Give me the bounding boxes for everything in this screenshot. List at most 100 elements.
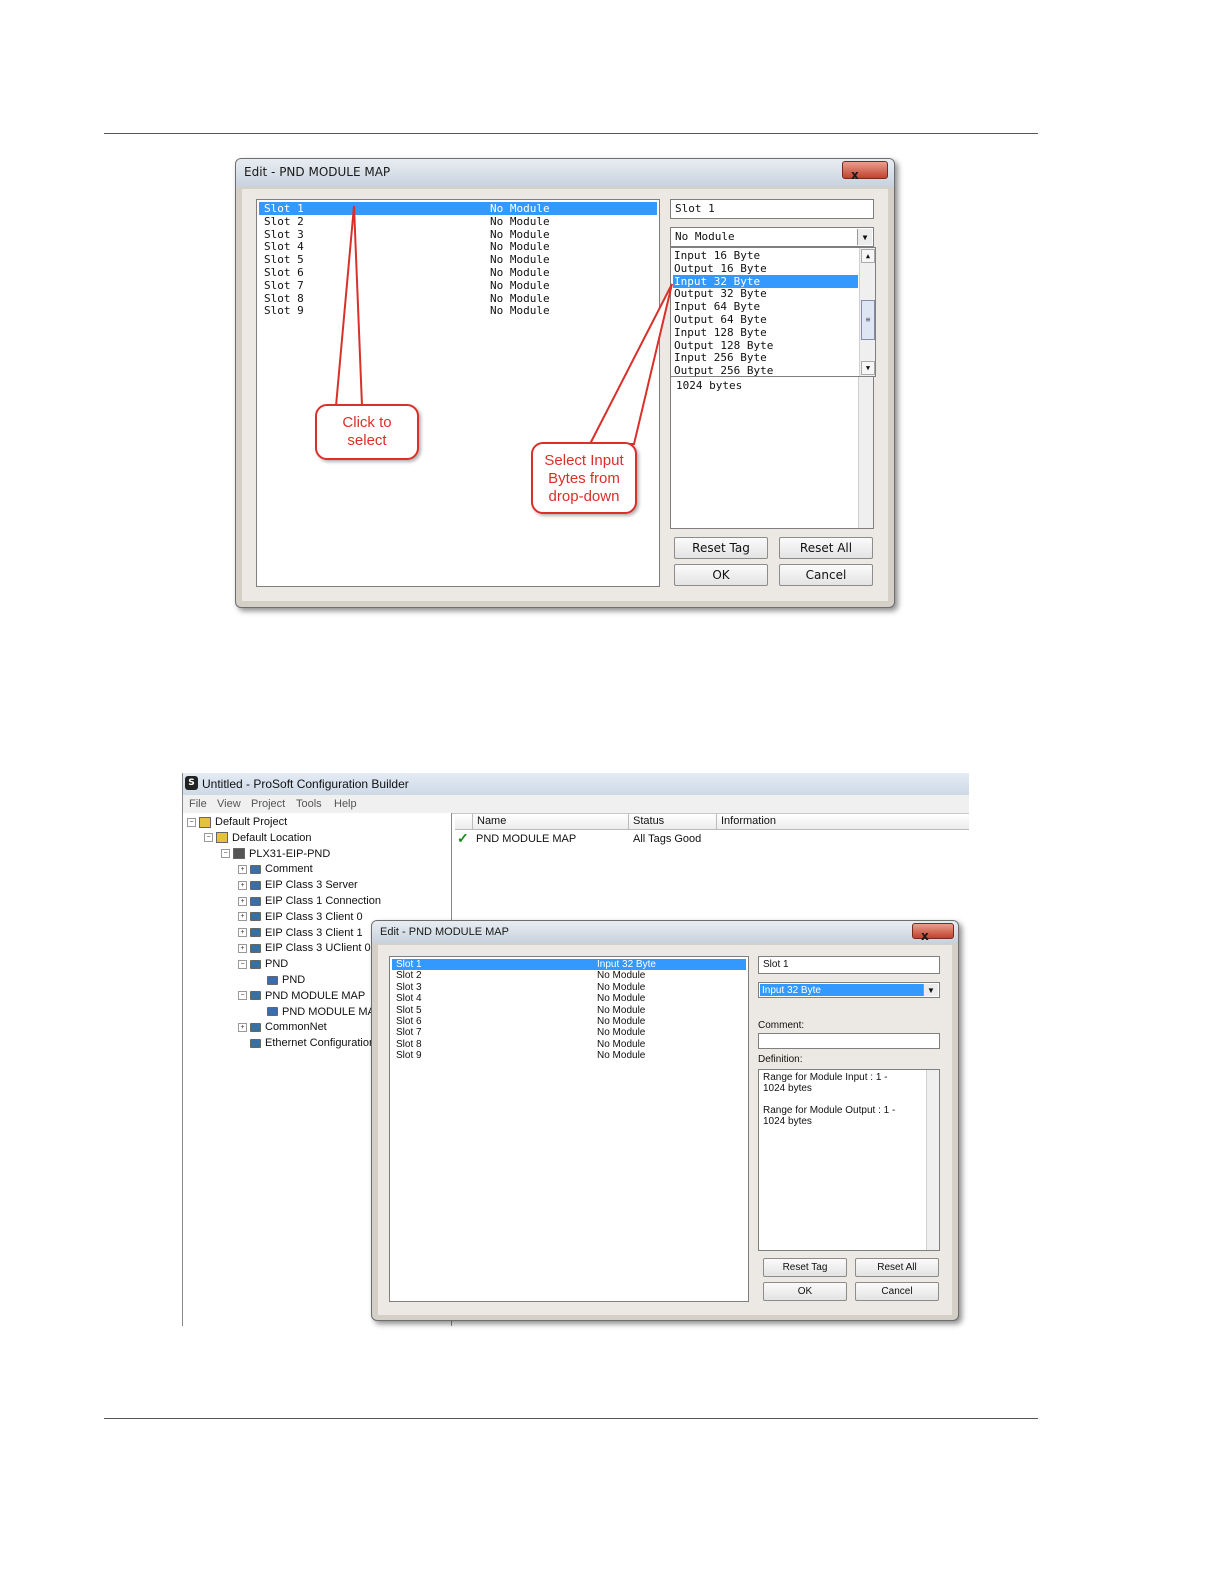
slot-row[interactable]: Slot 8 No Module xyxy=(259,292,657,305)
slot-row[interactable]: Slot 2 No Module xyxy=(392,970,746,981)
tree-node[interactable]: + CommonNet xyxy=(238,1020,327,1035)
slot-row[interactable]: Slot 5 No Module xyxy=(392,1005,746,1016)
slot-name: Slot 3 xyxy=(396,981,422,993)
slot-row[interactable]: Slot 6 No Module xyxy=(259,266,657,279)
dropdown-option[interactable]: Output 64 Byte xyxy=(673,313,858,326)
slot-row[interactable]: Slot 4 No Module xyxy=(392,993,746,1004)
menu-view[interactable]: View xyxy=(217,798,241,810)
edit-dialog-1: Edit - PND MODULE MAP x Slot 1 No Module S… xyxy=(235,158,895,608)
grid-row[interactable]: ✓ PND MODULE MAP All Tags Good xyxy=(455,830,969,847)
reset-tag-button[interactable]: Reset Tag xyxy=(763,1258,847,1277)
tree-node[interactable]: + EIP Class 3 UClient 0 xyxy=(238,941,371,956)
tree-node[interactable]: − Default Location xyxy=(204,831,312,846)
dialog-title: Edit - PND MODULE MAP xyxy=(380,926,509,938)
slot-row[interactable]: Slot 7 No Module xyxy=(392,1027,746,1038)
tree-node[interactable]: + EIP Class 1 Connection xyxy=(238,894,381,909)
module-dropdown[interactable]: No Module ▼ xyxy=(670,227,874,247)
expand-toggle-icon[interactable]: − xyxy=(187,817,196,827)
comment-input[interactable] xyxy=(758,1033,940,1049)
expand-toggle-icon[interactable]: − xyxy=(221,849,230,859)
dropdown-option[interactable]: Input 16 Byte xyxy=(673,249,858,262)
slot-row[interactable]: Slot 5 No Module xyxy=(259,253,657,266)
slot-row[interactable]: Slot 1 Input 32 Byte xyxy=(392,959,746,970)
dialog-client: Slot 1 No Module Slot 2 No Module Slot 3 No M… xyxy=(242,189,888,601)
tree-node[interactable]: + EIP Class 3 Client 1 xyxy=(238,926,363,941)
slot-row[interactable]: Slot 6 No Module xyxy=(392,1016,746,1027)
tree-node[interactable]: + Comment xyxy=(238,862,313,877)
dropdown-option[interactable]: Output 256 Byte xyxy=(673,364,858,376)
tree-node-label: Default Location xyxy=(232,831,312,844)
definition-scrollbar[interactable] xyxy=(926,1070,939,1250)
menu-file[interactable]: File xyxy=(189,798,207,810)
network-icon xyxy=(250,959,261,969)
module-dropdown-list[interactable]: ▲ ≡ ▼ Input 16 Byte Output 16 Byte Input 3… xyxy=(670,247,876,377)
slot-row[interactable]: Slot 7 No Module xyxy=(259,279,657,292)
tree-node[interactable]: Ethernet Configuration xyxy=(238,1036,375,1051)
scroll-down-icon[interactable]: ▼ xyxy=(861,361,875,375)
close-icon: x xyxy=(921,929,929,943)
slot-row[interactable]: Slot 3 No Module xyxy=(259,228,657,241)
tree-node[interactable]: − PLX31-EIP-PND xyxy=(221,847,330,862)
close-button[interactable]: x xyxy=(842,161,888,182)
cancel-button[interactable]: Cancel xyxy=(779,564,873,586)
slot-row[interactable]: Slot 9 No Module xyxy=(259,304,657,317)
reset-all-button[interactable]: Reset All xyxy=(779,537,873,559)
tree-node[interactable]: PND xyxy=(255,973,305,988)
document-icon xyxy=(267,1007,278,1017)
grid-header-information[interactable]: Information xyxy=(717,814,969,830)
tree-node[interactable]: PND MODULE MA xyxy=(255,1005,375,1020)
expand-toggle-icon[interactable]: + xyxy=(238,864,247,874)
grid-header-status[interactable]: Status xyxy=(629,814,717,830)
module-dropdown[interactable]: Input 32 Byte ▼ xyxy=(758,982,940,998)
tree-node[interactable]: − PND MODULE MAP xyxy=(238,989,365,1004)
tree-node[interactable]: − PND xyxy=(238,957,288,972)
tree-node[interactable]: − Default Project xyxy=(187,815,287,830)
slot-list[interactable]: Slot 1 Input 32 Byte Slot 2 No Module Slot 3… xyxy=(389,956,749,1302)
dropdown-option[interactable]: Input 32 Byte xyxy=(673,274,858,288)
expand-toggle-icon[interactable]: + xyxy=(238,896,247,906)
slot-row[interactable]: Slot 4 No Module xyxy=(259,240,657,253)
close-button[interactable]: x xyxy=(912,923,954,943)
slot-row[interactable]: Slot 8 No Module xyxy=(392,1039,746,1050)
slot-row[interactable]: Slot 1 No Module xyxy=(259,202,657,215)
menu-tools[interactable]: Tools xyxy=(296,798,322,810)
dropdown-option[interactable]: Output 32 Byte xyxy=(673,287,858,300)
reset-tag-button[interactable]: Reset Tag xyxy=(674,537,768,559)
definition-line xyxy=(763,1094,939,1105)
dropdown-option[interactable]: Output 128 Byte xyxy=(673,339,858,352)
tree-node[interactable]: + EIP Class 3 Client 0 xyxy=(238,910,363,925)
tree-node[interactable]: + EIP Class 3 Server xyxy=(238,878,358,893)
chevron-down-icon[interactable]: ▼ xyxy=(923,984,938,996)
dropdown-scrollbar[interactable]: ▲ ≡ ▼ xyxy=(859,248,875,376)
scroll-up-icon[interactable]: ▲ xyxy=(861,249,875,263)
expand-toggle-icon[interactable]: + xyxy=(238,928,247,938)
tree-node-label: PND MODULE MA xyxy=(282,1005,375,1018)
chevron-down-icon[interactable]: ▼ xyxy=(857,229,872,245)
folder-icon xyxy=(216,832,228,844)
scroll-thumb[interactable]: ≡ xyxy=(861,300,875,340)
grid-header-name[interactable]: Name xyxy=(473,814,629,830)
slot-row[interactable]: Slot 9 No Module xyxy=(392,1050,746,1061)
dropdown-option[interactable]: Input 128 Byte xyxy=(673,326,858,339)
network-icon xyxy=(250,1022,261,1032)
dropdown-option[interactable]: Input 64 Byte xyxy=(673,300,858,313)
slot-row[interactable]: Slot 3 No Module xyxy=(392,982,746,993)
slot-list[interactable]: Slot 1 No Module Slot 2 No Module Slot 3 No M… xyxy=(256,199,660,587)
expand-toggle-icon[interactable]: + xyxy=(238,880,247,890)
dropdown-option[interactable]: Input 256 Byte xyxy=(673,351,858,364)
dropdown-option[interactable]: Output 16 Byte xyxy=(673,262,858,275)
expand-toggle-icon[interactable]: − xyxy=(204,833,213,843)
module-icon xyxy=(233,848,245,860)
expand-toggle-icon[interactable]: + xyxy=(238,943,247,953)
slot-row[interactable]: Slot 2 No Module xyxy=(259,215,657,228)
reset-all-button[interactable]: Reset All xyxy=(855,1258,939,1277)
menu-help[interactable]: Help xyxy=(334,798,357,810)
menu-project[interactable]: Project xyxy=(251,798,285,810)
expand-toggle-icon[interactable]: + xyxy=(238,1022,247,1032)
expand-toggle-icon[interactable]: + xyxy=(238,912,247,922)
cancel-button[interactable]: Cancel xyxy=(855,1282,939,1301)
ok-button[interactable]: OK xyxy=(763,1282,847,1301)
expand-toggle-icon[interactable]: − xyxy=(238,991,247,1001)
expand-toggle-icon[interactable]: − xyxy=(238,959,247,969)
ok-button[interactable]: OK xyxy=(674,564,768,586)
